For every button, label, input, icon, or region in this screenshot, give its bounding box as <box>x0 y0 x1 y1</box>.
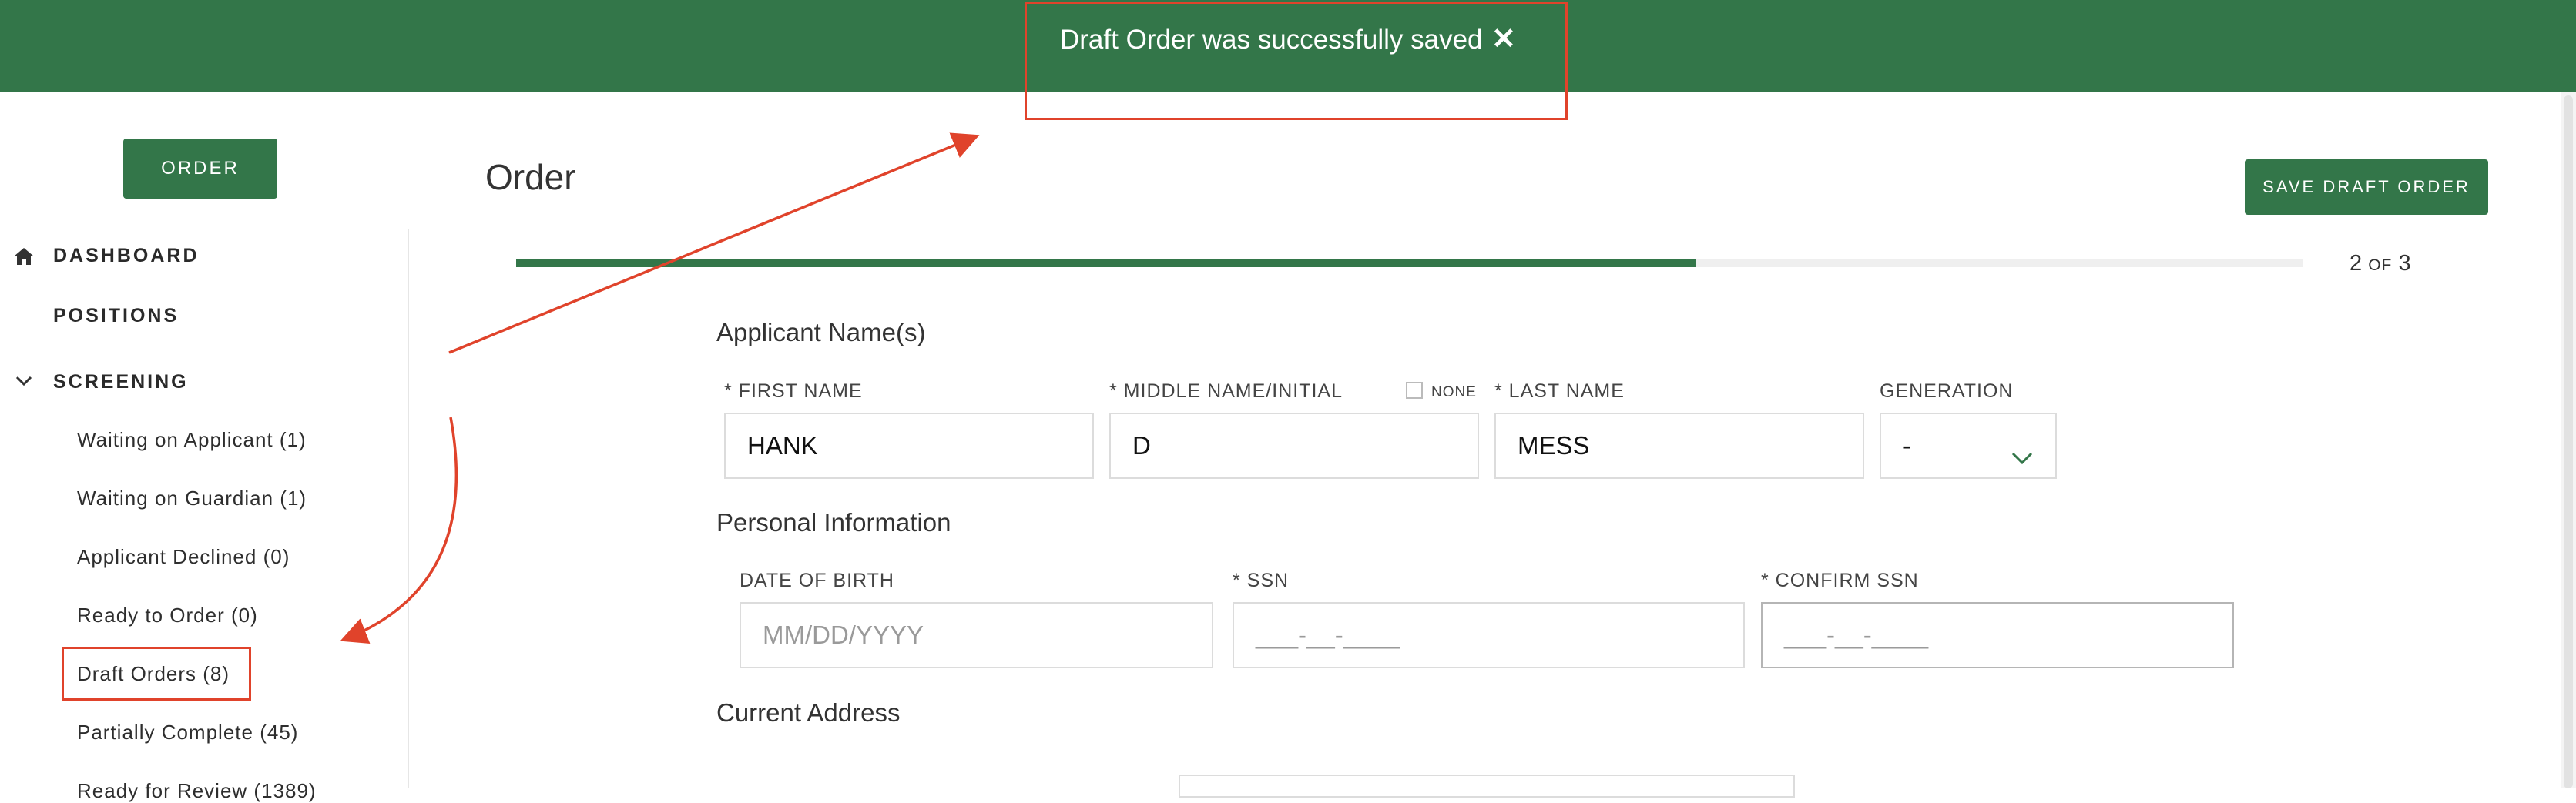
progress-bar-fill <box>516 259 1696 267</box>
save-draft-order-button[interactable]: SAVE DRAFT ORDER <box>2245 159 2488 215</box>
annotation-arrow-to-draft-orders <box>340 417 458 644</box>
annotation-box-toast <box>1025 2 1568 120</box>
address-field[interactable] <box>1179 775 1795 798</box>
generation-label: GENERATION <box>1880 380 2014 402</box>
dob-field[interactable]: MM/DD/YYYY <box>740 602 1213 668</box>
middle-name-label: * MIDDLE NAME/INITIAL <box>1109 380 1343 402</box>
nav-positions[interactable]: POSITIONS <box>53 305 179 327</box>
ssn-field[interactable]: ___-__-____ <box>1233 602 1745 668</box>
ssn-label: * SSN <box>1233 570 1290 591</box>
generation-select[interactable]: - <box>1880 413 2057 479</box>
generation-selected-value: - <box>1903 431 1911 460</box>
screening-item-ready-to-order[interactable]: Ready to Order (0) <box>77 604 258 627</box>
screening-item-partially-complete[interactable]: Partially Complete (45) <box>77 721 298 744</box>
first-name-field[interactable]: HANK <box>724 413 1094 479</box>
last-name-field[interactable]: MESS <box>1494 413 1864 479</box>
section-title-current-address: Current Address <box>716 698 901 727</box>
first-name-label: * FIRST NAME <box>724 380 863 402</box>
annotation-box-draft-orders <box>62 647 251 701</box>
confirm-ssn-label: * CONFIRM SSN <box>1761 570 1919 591</box>
sidebar-divider <box>408 229 409 788</box>
order-button[interactable]: ORDER <box>123 139 277 199</box>
step-counter: 2 OF 3 <box>2350 251 2411 276</box>
screening-item-waiting-on-applicant[interactable]: Waiting on Applicant (1) <box>77 428 307 452</box>
none-checkbox[interactable] <box>1406 382 1423 399</box>
last-name-label: * LAST NAME <box>1494 380 1625 402</box>
progress-bar <box>516 259 2303 267</box>
step-total: 3 <box>2398 251 2411 276</box>
screening-item-ready-for-review[interactable]: Ready for Review (1389) <box>77 779 317 803</box>
section-title-personal-information: Personal Information <box>716 508 951 537</box>
scrollbar-thumb[interactable] <box>2564 95 2573 788</box>
step-of: OF <box>2368 256 2393 274</box>
none-checkbox-label: NONE <box>1431 384 1477 400</box>
section-title-applicant-names: Applicant Name(s) <box>716 318 926 346</box>
middle-name-field[interactable]: D <box>1109 413 1479 479</box>
chevron-down-icon <box>2011 442 2034 471</box>
screening-item-waiting-on-guardian[interactable]: Waiting on Guardian (1) <box>77 487 307 510</box>
nav-dashboard[interactable]: DASHBOARD <box>53 245 200 267</box>
screening-item-applicant-declined[interactable]: Applicant Declined (0) <box>77 545 290 569</box>
step-current: 2 <box>2350 251 2363 276</box>
chevron-down-icon[interactable] <box>15 375 33 391</box>
page-title: Order <box>485 157 576 197</box>
nav-screening[interactable]: SCREENING <box>53 371 189 393</box>
dob-label: DATE OF BIRTH <box>740 570 894 591</box>
confirm-ssn-field[interactable]: ___-__-____ <box>1761 602 2234 668</box>
home-icon <box>13 247 35 269</box>
